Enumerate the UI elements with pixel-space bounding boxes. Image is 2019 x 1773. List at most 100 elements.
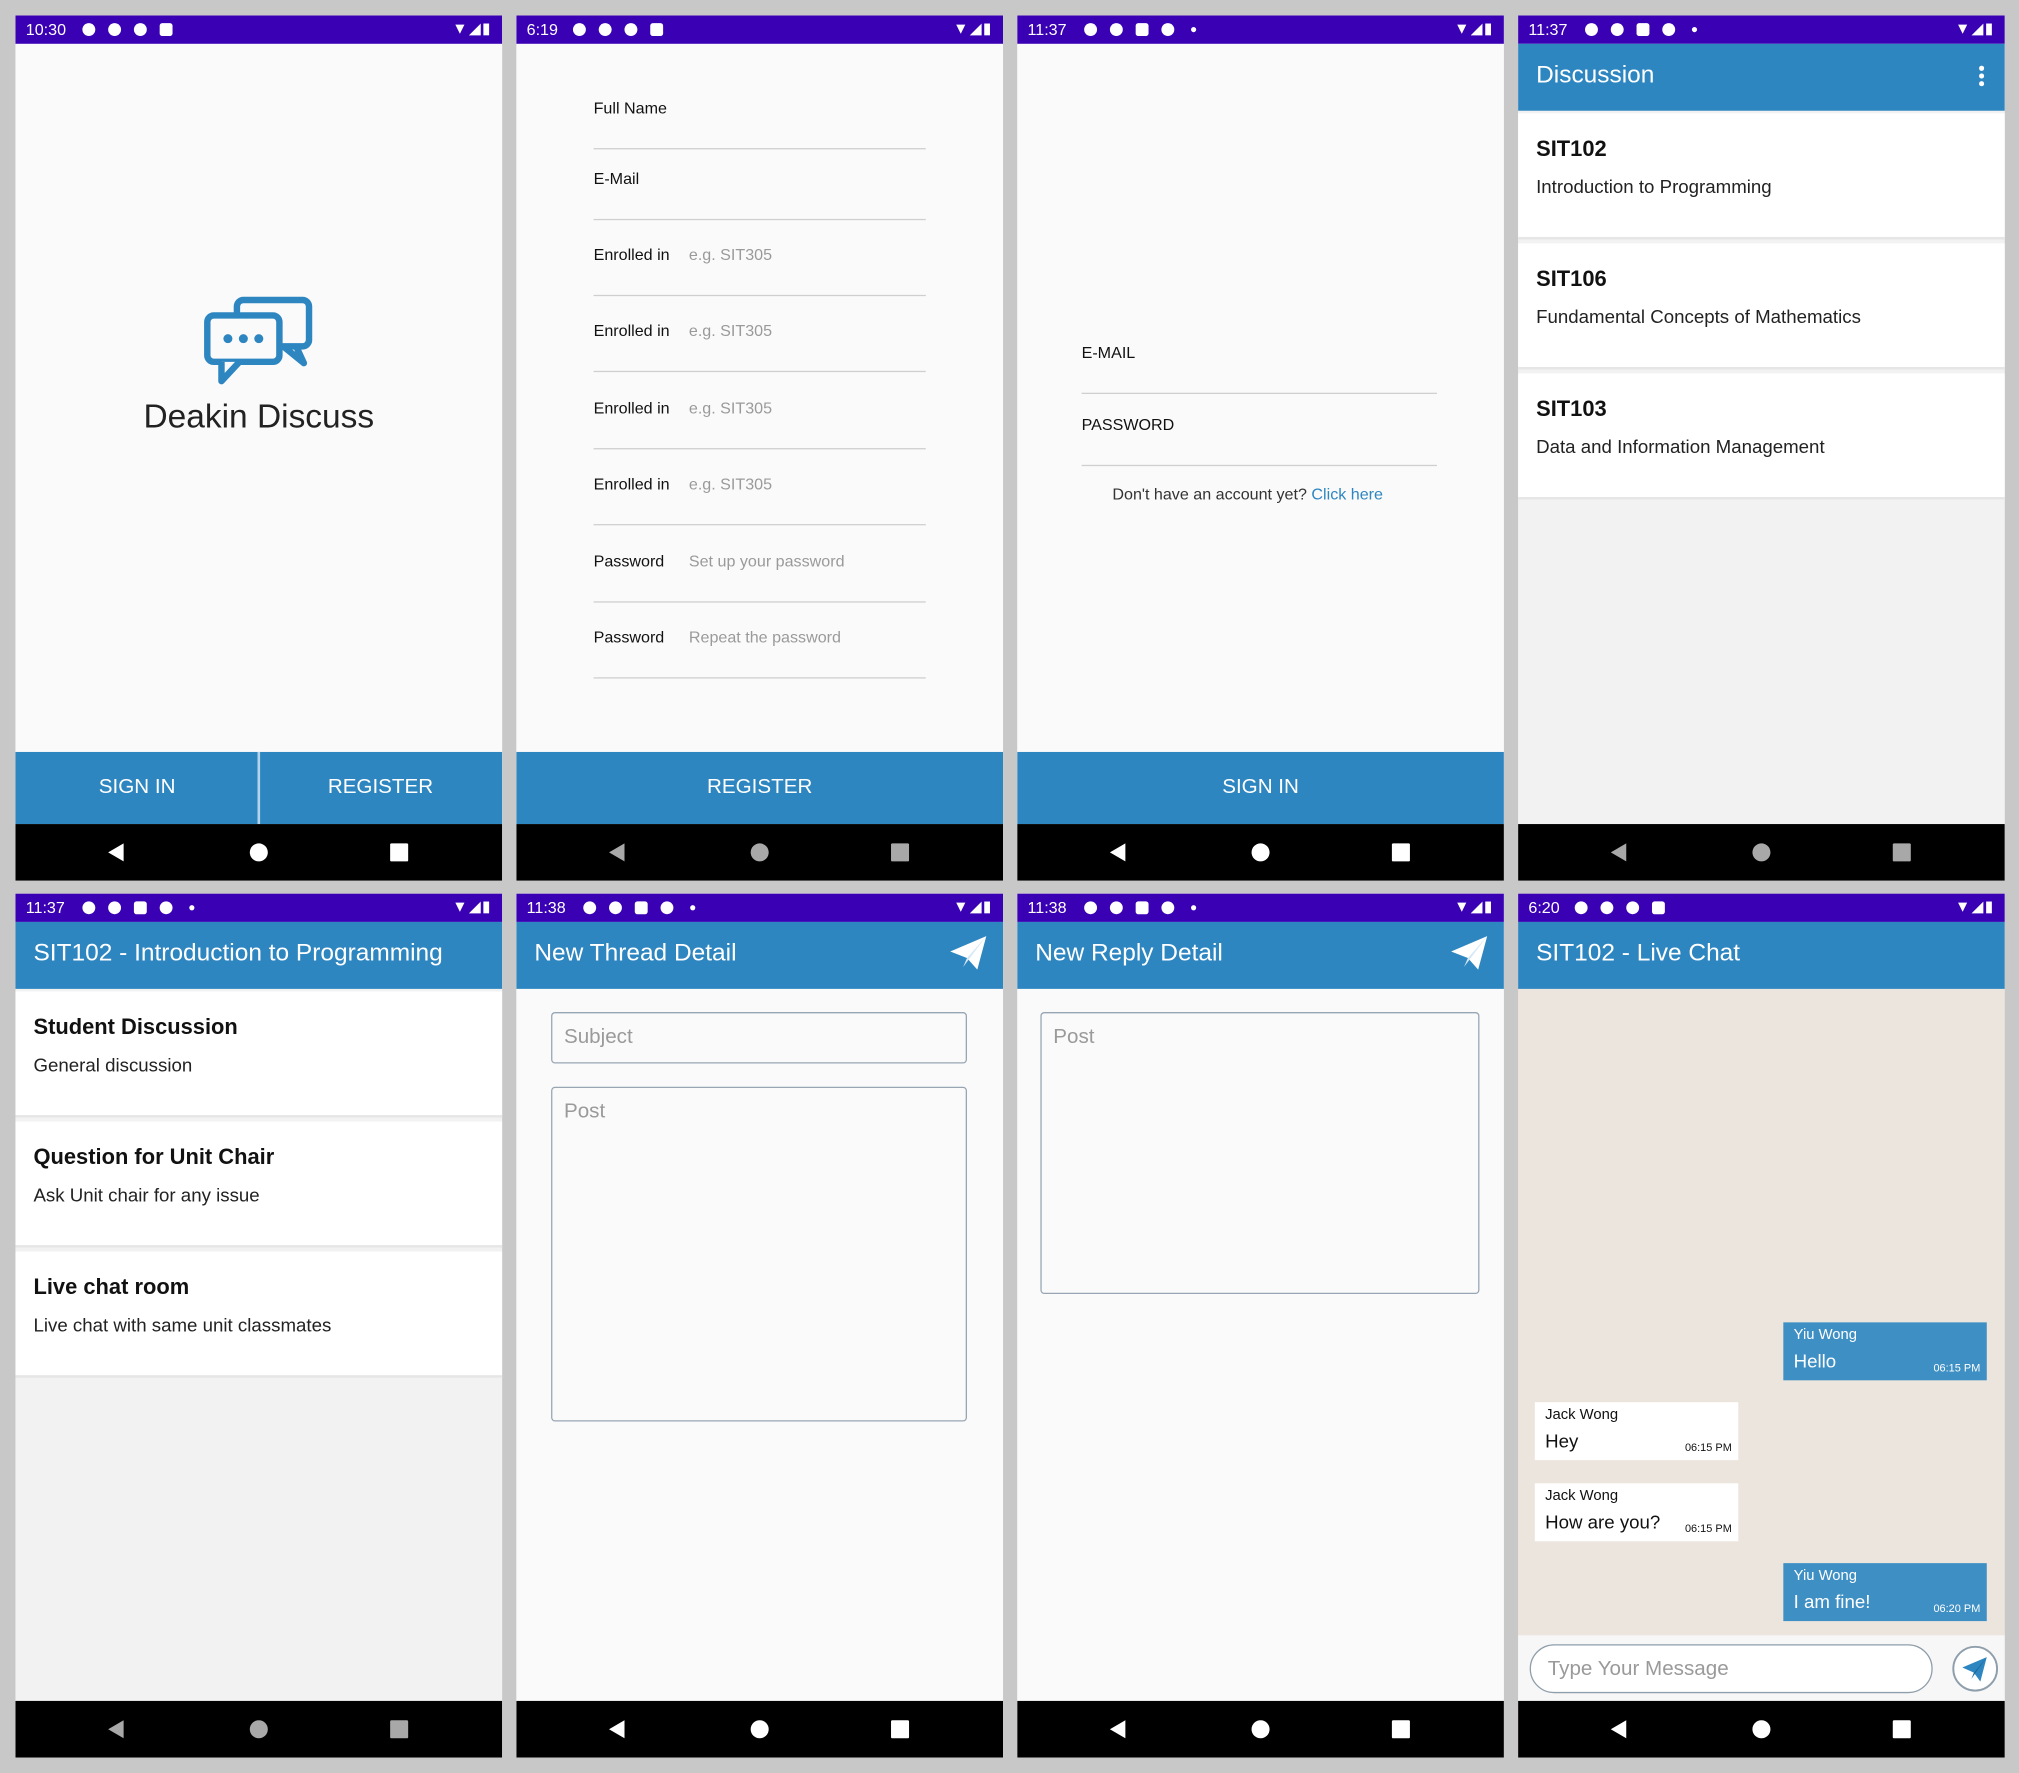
app-bar: New Reply Detail <box>1017 921 1504 989</box>
back-icon[interactable] <box>609 1720 625 1739</box>
home-icon[interactable] <box>1752 1720 1771 1739</box>
register-prompt: Don't have an account yet? Click here <box>1017 485 1478 503</box>
page-title: SIT102 - Live Chat <box>1536 939 1741 967</box>
signal-battery-icon: ▼◢▮ <box>953 897 993 916</box>
a-icon <box>133 901 147 915</box>
message-sender: Yiu Wong <box>1793 1568 1858 1584</box>
more-options-icon[interactable] <box>1979 65 1985 87</box>
recents-icon[interactable] <box>891 1720 910 1739</box>
settings-icon <box>1084 23 1098 37</box>
recents-icon[interactable] <box>891 843 910 862</box>
a-icon <box>634 901 648 915</box>
register-screen: 6:19 ▼◢▮ Full Name E-Mail Enrolled in e.… <box>516 15 1004 881</box>
home-icon[interactable] <box>1752 843 1771 862</box>
unit-code: SIT106 <box>1536 266 1607 291</box>
sd-card-icon <box>1651 901 1665 915</box>
enrolled-field-3[interactable]: Enrolled in e.g. SIT305 <box>593 373 926 450</box>
navigation-bar <box>1518 824 2005 881</box>
back-icon[interactable] <box>1109 843 1126 862</box>
notification-dot-icon <box>189 905 195 911</box>
page-title: New Reply Detail <box>1035 939 1223 967</box>
send-icon[interactable] <box>949 935 988 971</box>
field-label: Password <box>593 552 665 571</box>
shield-icon <box>609 901 622 915</box>
recents-icon[interactable] <box>1892 843 1911 862</box>
recents-icon[interactable] <box>1391 1720 1410 1739</box>
recents-icon[interactable] <box>1391 843 1410 862</box>
back-icon[interactable] <box>108 843 124 862</box>
post-placeholder: Post <box>563 1100 606 1123</box>
field-placeholder: Set up your password <box>688 552 845 571</box>
enrolled-field-4[interactable]: Enrolled in e.g. SIT305 <box>593 449 926 526</box>
repeat-password-field[interactable]: Password Repeat the password <box>593 603 926 679</box>
unit-screen: 11:37 ▼◢▮ SIT102 - Introduction to Progr… <box>15 893 503 1758</box>
recents-icon[interactable] <box>1892 1720 1911 1739</box>
unit-card-sit102[interactable]: SIT102 Introduction to Programming <box>1518 113 2005 240</box>
home-icon[interactable] <box>750 1720 769 1739</box>
unit-code: SIT103 <box>1536 396 1607 422</box>
unit-card-sit106[interactable]: SIT106 Fundamental Concepts of Mathemati… <box>1518 243 2005 370</box>
field-label: Enrolled in <box>593 475 670 494</box>
new-reply-screen: 11:38 ▼◢▮ New Reply Detail Post <box>1017 893 1504 1758</box>
register-button[interactable]: REGISTER <box>259 752 502 824</box>
message-sender: Jack Wong <box>1545 1488 1619 1504</box>
chat-bubbles-icon <box>204 296 313 385</box>
screens-board: 10:30 ▼◢▮ Deakin Discuss SIGN IN REGISTE… <box>0 0 2019 1773</box>
message-text: Hey <box>1545 1431 1579 1453</box>
room-subtitle: General discussion <box>33 1055 193 1077</box>
unit-card-sit103[interactable]: SIT103 Data and Information Management <box>1518 373 2005 500</box>
notification-dot-icon <box>1191 905 1197 911</box>
field-label: PASSWORD <box>1081 415 1175 434</box>
back-icon[interactable] <box>1109 1720 1126 1739</box>
message-input[interactable]: Type Your Message <box>1529 1644 1933 1694</box>
post-input[interactable]: Post <box>551 1086 967 1422</box>
sync-icon <box>1161 901 1175 915</box>
status-time: 6:19 <box>526 20 558 39</box>
field-label: E-Mail <box>593 169 640 188</box>
password-field[interactable]: Password Set up your password <box>593 527 926 603</box>
register-submit-button[interactable]: REGISTER <box>516 752 1003 824</box>
back-icon[interactable] <box>108 1720 124 1739</box>
shield-icon <box>108 901 122 915</box>
app-name: Deakin Discuss <box>143 396 375 436</box>
no-account-text: Don't have an account yet? <box>1112 485 1307 504</box>
back-icon[interactable] <box>609 843 625 862</box>
field-placeholder: e.g. SIT305 <box>688 321 773 340</box>
sign-in-button[interactable]: SIGN IN <box>1017 752 1504 824</box>
home-icon[interactable] <box>1251 1720 1270 1739</box>
email-field[interactable]: E-Mail <box>593 144 926 221</box>
enrolled-field-2[interactable]: Enrolled in e.g. SIT305 <box>593 296 926 373</box>
back-icon[interactable] <box>1610 1720 1627 1739</box>
home-icon[interactable] <box>1251 843 1270 862</box>
full-name-field[interactable]: Full Name <box>593 73 926 150</box>
status-bar: 6:20 ▼◢▮ <box>1518 893 2005 922</box>
sign-in-button[interactable]: SIGN IN <box>15 752 258 824</box>
notification-dot-icon <box>1191 27 1197 33</box>
room-card-student-discussion[interactable]: Student Discussion General discussion <box>15 991 503 1118</box>
recents-icon[interactable] <box>390 843 409 862</box>
message-time: 06:15 PM <box>1684 1521 1732 1535</box>
recents-icon[interactable] <box>390 1720 409 1739</box>
sync-icon <box>660 901 674 915</box>
room-card-unit-chair[interactable]: Question for Unit Chair Ask Unit chair f… <box>15 1121 503 1248</box>
navigation-bar <box>15 1700 503 1758</box>
settings-icon <box>1084 901 1098 915</box>
app-bar: New Thread Detail <box>516 921 1004 989</box>
room-card-live-chat[interactable]: Live chat room Live chat with same unit … <box>15 1251 503 1378</box>
subject-input[interactable]: Subject <box>551 1012 967 1064</box>
home-icon[interactable] <box>249 1720 268 1739</box>
password-field[interactable]: PASSWORD <box>1081 390 1437 467</box>
back-icon[interactable] <box>1610 843 1627 862</box>
click-here-link[interactable]: Click here <box>1311 485 1383 503</box>
send-icon[interactable] <box>1450 935 1489 971</box>
enrolled-field-1[interactable]: Enrolled in e.g. SIT305 <box>593 220 926 297</box>
post-input[interactable]: Post <box>1040 1012 1480 1295</box>
send-message-icon[interactable] <box>1952 1645 1999 1692</box>
navigation-bar <box>516 824 1004 881</box>
signal-battery-icon: ▼◢▮ <box>1454 19 1494 38</box>
shield-icon <box>598 23 612 37</box>
home-icon[interactable] <box>249 843 268 862</box>
email-field[interactable]: E-MAIL <box>1081 318 1437 395</box>
navigation-bar <box>1017 1700 1504 1758</box>
home-icon[interactable] <box>750 843 769 862</box>
